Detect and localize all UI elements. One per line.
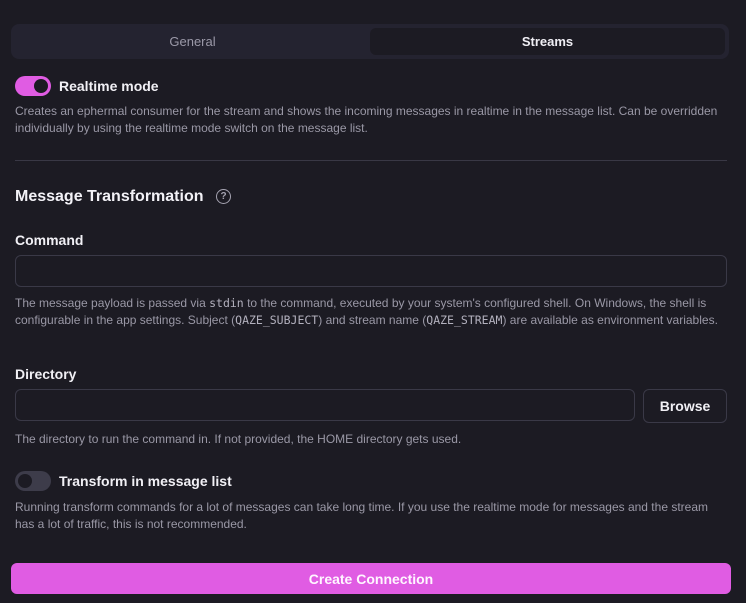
tab-bar: General Streams xyxy=(11,24,729,59)
directory-description: The directory to run the command in. If … xyxy=(15,432,462,446)
tab-streams[interactable]: Streams xyxy=(370,28,725,55)
realtime-mode-toggle[interactable] xyxy=(15,76,51,96)
section-title: Message Transformation xyxy=(15,188,204,205)
toggle-knob xyxy=(18,474,32,488)
tab-general[interactable]: General xyxy=(15,28,370,55)
directory-label: Directory xyxy=(15,366,77,382)
command-input[interactable] xyxy=(15,255,727,287)
create-connection-button[interactable]: Create Connection xyxy=(11,563,731,594)
command-label: Command xyxy=(15,232,84,248)
browse-button[interactable]: Browse xyxy=(643,389,727,423)
directory-input[interactable] xyxy=(15,389,635,421)
toggle-knob xyxy=(34,79,48,93)
realtime-mode-description: Creates an ephermal consumer for the str… xyxy=(15,104,718,135)
transform-list-description: Running transform commands for a lot of … xyxy=(15,500,708,531)
transform-list-label: Transform in message list xyxy=(59,473,232,489)
command-description: The message payload is passed via stdin … xyxy=(15,296,718,327)
question-circle-icon[interactable]: ? xyxy=(216,189,231,204)
transform-list-toggle[interactable] xyxy=(15,471,51,491)
section-divider xyxy=(15,160,727,161)
realtime-mode-label: Realtime mode xyxy=(59,78,159,94)
